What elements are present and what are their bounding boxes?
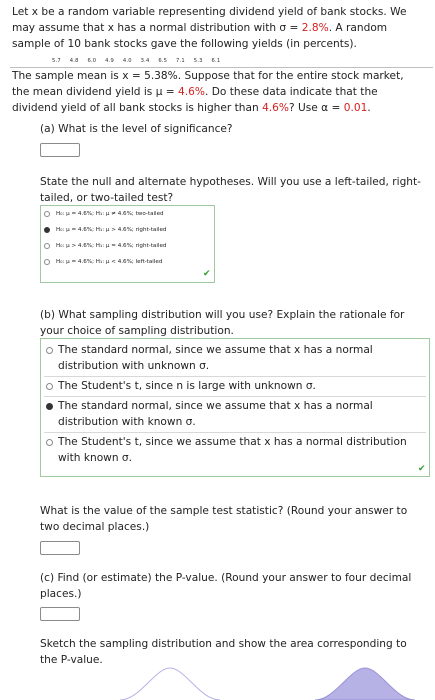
test-statistic-question-1: What is the value of the sample test sta… [40,505,408,517]
problem-line-2-text: may assume that x has a normal distribut… [12,22,302,34]
radio-button[interactable] [44,243,50,249]
sampling-option-line: The standard normal, since we assume tha… [58,400,373,412]
test-statistic-input[interactable] [40,541,80,555]
hypothesis-option-2[interactable]: H₀: μ = 4.6%; H₁: μ > 4.6%; right-tailed [44,227,166,233]
yield-value: 5.3 [193,58,203,64]
sampling-option-line: distribution with unknown σ. [58,360,210,372]
test-statistic-question-2: two decimal places.) [40,521,150,533]
hypothesis-option-3[interactable]: H₀: μ > 4.6%; H₁: μ = 4.6%; right-tailed [44,243,166,249]
sketch-curves [119,667,416,700]
part-c-question-1: (c) Find (or estimate) the P-value. (Rou… [40,572,412,584]
part-b-question-1: (b) What sampling distribution will you … [40,309,405,321]
sampling-option-line: distribution with known σ. [58,416,196,428]
check-icon: ✔ [418,464,426,474]
radio-button[interactable] [44,259,50,265]
mu-value: 4.6% [178,86,205,98]
yield-value: 3.4 [140,58,150,64]
yield-value: 6.1 [211,58,221,64]
option-divider [44,396,426,397]
hypothesis-option-1[interactable]: H₀: μ = 4.6%; H₁: μ ≠ 4.6%; two-tailed [44,211,164,217]
distribution-curve-left [119,667,221,700]
radio-button-selected[interactable] [46,403,53,410]
problem-line-2-end: . A random [328,22,388,34]
sampling-option-2[interactable]: The Student's t, since n is large with u… [58,378,418,394]
sigma-value: 2.8% [301,22,329,34]
problem-line-5-text: the mean dividend yield is μ = [12,86,179,98]
yield-value: 7.1 [176,58,185,64]
alpha-value: 0.01 [343,102,368,114]
mu-value-2: 4.6% [262,102,289,114]
problem-line-6-end: . [367,102,371,114]
sketch-question-1: Sketch the sampling distribution and sho… [40,638,407,650]
option-divider [44,432,426,433]
problem-line-5-end: . Do these data indicate that the [204,86,378,98]
yield-value: 5.7 [52,58,61,64]
problem-line-6-mid: ? Use α = [288,102,344,114]
sampling-option-line: The Student's t, since we assume that x … [58,436,407,448]
hypothesis-option-label: H₀: μ = 4.6%; H₁: μ < 4.6%; left-tailed [56,259,163,265]
sampling-option-4[interactable]: The Student's t, since we assume that x … [58,434,418,466]
yields-list: 5.7 4.8 6.0 4.9 4.0 3.4 6.5 7.1 5.3 6.1 [52,58,227,64]
problem-line-5: the mean dividend yield is μ = 4.6%. Do … [12,86,378,98]
check-icon: ✔ [203,269,211,279]
radio-button[interactable] [46,347,53,354]
hypotheses-question-1: State the null and alternate hypotheses.… [40,176,421,188]
problem-line-1: Let x be a random variable representing … [12,6,407,18]
significance-input[interactable] [40,143,80,157]
problem-line-2: may assume that x has a normal distribut… [12,22,387,34]
yield-value: 4.0 [122,58,132,64]
sampling-option-1[interactable]: The standard normal, since we assume tha… [58,342,418,374]
sampling-option-line: The standard normal, since we assume tha… [58,344,373,356]
problem-line-3: sample of 10 bank stocks gave the follow… [12,38,357,50]
sampling-option-line: The Student's t, since n is large with u… [58,380,316,392]
radio-button[interactable] [46,383,53,390]
hypothesis-option-label: H₀: μ = 4.6%; H₁: μ > 4.6%; right-tailed [56,227,167,233]
yield-value: 4.9 [105,58,115,64]
option-divider [44,376,426,377]
yield-value: 6.0 [87,58,97,64]
hypotheses-question-2: tailed, or two-tailed test? [40,192,174,204]
sampling-option-3[interactable]: The standard normal, since we assume tha… [58,398,418,430]
part-b-question-2: your choice of sampling distribution. [40,325,234,337]
problem-line-6: dividend yield of all bank stocks is hig… [12,102,371,114]
problem-line-6-text: dividend yield of all bank stocks is hig… [12,102,263,114]
hypothesis-option-4[interactable]: H₀: μ = 4.6%; H₁: μ < 4.6%; left-tailed [44,259,162,265]
yield-value: 6.5 [158,58,168,64]
part-a-question: (a) What is the level of significance? [40,123,233,135]
hypothesis-option-label: H₀: μ > 4.6%; H₁: μ = 4.6%; right-tailed [56,243,167,249]
radio-button[interactable] [46,439,53,446]
sketch-question-2: the P-value. [40,654,103,666]
part-c-question-2: places.) [40,588,82,600]
problem-line-4: The sample mean is x = 5.38%. Suppose th… [12,70,404,82]
radio-button[interactable] [44,211,50,217]
yield-value: 4.8 [69,58,79,64]
radio-button-selected[interactable] [44,227,50,233]
separator [10,67,433,68]
p-value-input[interactable] [40,607,80,621]
sampling-option-line: with known σ. [58,452,133,464]
distribution-curve-right [314,667,416,700]
hypothesis-option-label: H₀: μ = 4.6%; H₁: μ ≠ 4.6%; two-tailed [56,211,164,217]
